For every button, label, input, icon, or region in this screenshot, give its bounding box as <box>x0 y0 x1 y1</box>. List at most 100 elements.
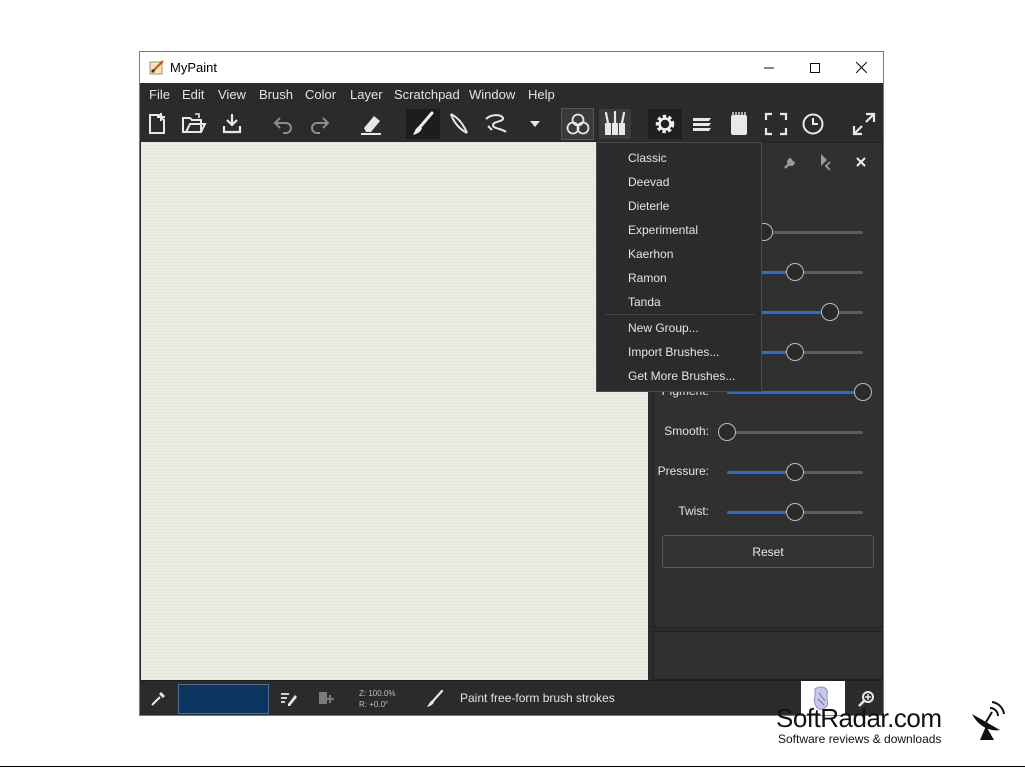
smooth-slider-track[interactable] <box>727 431 863 434</box>
slider-3-knob[interactable] <box>786 343 804 361</box>
reset-button[interactable]: Reset <box>662 535 874 568</box>
maximize-icon <box>810 62 820 73</box>
menu-item-dieterle[interactable]: Dieterle <box>628 199 669 213</box>
pressure-slider-fill <box>727 471 795 474</box>
new-document-icon <box>149 113 165 134</box>
gear-icon <box>655 114 675 134</box>
twist-label: Twist: <box>678 504 709 518</box>
page-bottom-border <box>0 766 1025 767</box>
menu-item-get-more-brushes[interactable]: Get More Brushes... <box>628 369 735 383</box>
menu-layer[interactable]: Layer <box>350 87 383 102</box>
add-layer-button[interactable] <box>315 688 337 710</box>
empty-dock-panel <box>653 631 883 680</box>
menu-item-classic[interactable]: Classic <box>628 151 667 165</box>
close-icon <box>855 62 867 73</box>
slider-2-knob[interactable] <box>821 303 840 321</box>
pressure-label: Pressure: <box>657 464 709 478</box>
menu-file[interactable]: File <box>149 87 170 102</box>
pigment-slider-knob[interactable] <box>854 383 872 401</box>
eraser-icon <box>361 116 381 135</box>
status-message: Paint free-form brush strokes <box>460 691 615 705</box>
main-toolbar <box>140 106 883 142</box>
color-wheels-button[interactable] <box>561 108 594 140</box>
scratchpad-button[interactable] <box>724 109 754 139</box>
color-picker-button[interactable] <box>148 689 168 709</box>
layers-button[interactable] <box>687 109 717 139</box>
satellite-dish-icon <box>972 701 1005 740</box>
edit-layer-icon <box>281 693 297 706</box>
menu-item-ramon[interactable]: Ramon <box>628 271 667 285</box>
new-document-button[interactable] <box>143 109 173 139</box>
layers-icon <box>693 118 711 131</box>
softradar-watermark: SoftRadar.com Software reviews & downloa… <box>776 701 1006 748</box>
add-layer-icon <box>319 692 334 704</box>
minimize-icon <box>764 67 774 68</box>
panel-close-button[interactable] <box>849 151 873 173</box>
fullscreen-button[interactable] <box>761 109 791 139</box>
detach-panel-icon <box>821 154 831 171</box>
undo-button[interactable] <box>268 109 298 139</box>
expand-button[interactable] <box>849 109 879 139</box>
maximize-button[interactable] <box>792 52 838 83</box>
layer-properties-button[interactable] <box>278 688 300 710</box>
watermark-main: SoftRadar.com <box>776 703 942 733</box>
menu-help[interactable]: Help <box>528 87 555 102</box>
minimize-button[interactable] <box>746 52 792 83</box>
pressure-slider-knob[interactable] <box>786 463 804 481</box>
freehand-brush-button[interactable] <box>406 109 440 139</box>
zoom-text: Z: 100.0% <box>359 689 396 698</box>
brush-settings-button[interactable] <box>648 109 682 139</box>
history-icon <box>802 113 824 135</box>
close-button[interactable] <box>838 52 883 83</box>
brushes-button[interactable] <box>599 109 631 139</box>
menu-item-tanda[interactable]: Tanda <box>628 295 661 309</box>
brush-icon <box>427 690 444 707</box>
window-title: MyPaint <box>170 60 217 75</box>
menu-item-experimental[interactable]: Experimental <box>628 223 698 237</box>
current-color-swatch[interactable] <box>178 684 269 714</box>
slider-1-knob[interactable] <box>786 263 804 281</box>
eyedropper-icon <box>151 692 165 706</box>
drawing-canvas[interactable] <box>141 142 648 680</box>
redo-button[interactable] <box>305 109 335 139</box>
active-tool-indicator <box>424 688 446 710</box>
status-bar: Z: 100.0% R: +0.0° Paint free-form brush… <box>140 680 883 715</box>
color-wheels-icon <box>566 113 589 135</box>
menu-window[interactable]: Window <box>469 87 515 102</box>
panel-tab-brush-editor[interactable] <box>779 151 803 173</box>
menu-item-import-brushes[interactable]: Import Brushes... <box>628 345 719 359</box>
twist-slider-knob[interactable] <box>786 503 804 521</box>
freehand-brush-icon <box>413 111 434 135</box>
menu-item-kaerhon[interactable]: Kaerhon <box>628 247 673 261</box>
mypaint-app-icon <box>149 60 164 75</box>
open-file-button[interactable] <box>179 109 209 139</box>
save-icon <box>222 114 242 134</box>
panel-tab-detach[interactable] <box>814 151 838 173</box>
menu-bar: File Edit View Brush Color Layer Scratch… <box>140 83 883 106</box>
ink-pen-button[interactable] <box>444 109 474 139</box>
brush-groups-menu: Classic Deevad Dieterle Experimental Kae… <box>596 142 762 392</box>
save-button[interactable] <box>217 109 247 139</box>
watermark-sub: Software reviews & downloads <box>778 732 942 746</box>
tool-options-dropdown[interactable] <box>526 109 544 139</box>
scratchpad-icon <box>731 112 747 135</box>
title-bar: MyPaint <box>140 52 883 83</box>
rotation-text: R: +0.0° <box>359 700 389 709</box>
smooth-label: Smooth: <box>664 424 709 438</box>
menu-item-deevad[interactable]: Deevad <box>628 175 669 189</box>
eraser-button[interactable] <box>356 109 386 139</box>
menu-view[interactable]: View <box>218 87 246 102</box>
zoom-rotation-readout: Z: 100.0% R: +0.0° <box>359 688 395 710</box>
history-button[interactable] <box>798 109 828 139</box>
connected-lines-icon <box>485 114 507 133</box>
connected-lines-button[interactable] <box>481 109 511 139</box>
menu-color[interactable]: Color <box>305 87 336 102</box>
expand-icon <box>852 112 876 136</box>
menu-scratchpad[interactable]: Scratchpad <box>394 87 460 102</box>
redo-icon <box>311 117 330 134</box>
menu-edit[interactable]: Edit <box>182 87 204 102</box>
menu-separator <box>605 314 755 315</box>
menu-item-new-group[interactable]: New Group... <box>628 321 699 335</box>
menu-brush[interactable]: Brush <box>259 87 293 102</box>
smooth-slider-knob[interactable] <box>718 423 736 441</box>
